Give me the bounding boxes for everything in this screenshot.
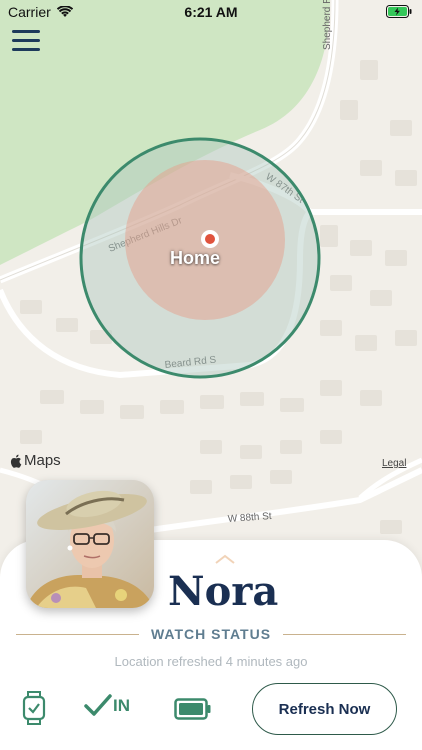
divider-line-left [16,633,139,635]
map-view[interactable]: Shepherd Hills Dr W 87th St Beard Rd S W… [0,0,422,560]
menu-icon [12,30,40,51]
avatar[interactable] [26,480,154,608]
checkin-label: IN [113,696,130,715]
divider-line-right [283,633,407,635]
battery-charging-icon [386,5,412,18]
location-refreshed-text: Location refreshed 4 minutes ago [114,654,308,669]
checkmark-icon [84,694,112,716]
status-bar: Carrier 6:21 AM [0,0,422,24]
maps-label: Maps [24,452,61,469]
refresh-now-button[interactable]: Refresh Now [252,683,397,735]
legal-link[interactable]: Legal [382,458,406,469]
battery-full-icon [174,698,211,720]
chevron-up-icon[interactable] [214,554,236,564]
status-time: 6:21 AM [184,4,238,20]
watch-status-divider: WATCH STATUS [16,622,407,646]
checkin-status: IN [84,694,130,718]
apple-maps-logo: Maps [10,452,61,469]
home-place-label: Home [170,248,221,268]
smartwatch-check-icon[interactable] [22,690,46,726]
map-canvas: Shepherd Hills Dr W 87th St Beard Rd S W… [0,0,422,560]
menu-button[interactable] [12,30,40,54]
profile-photo [26,480,154,608]
watch-status-heading: WATCH STATUS [150,626,272,642]
apple-logo-icon [10,454,22,468]
profile-name: Nora [168,568,279,615]
